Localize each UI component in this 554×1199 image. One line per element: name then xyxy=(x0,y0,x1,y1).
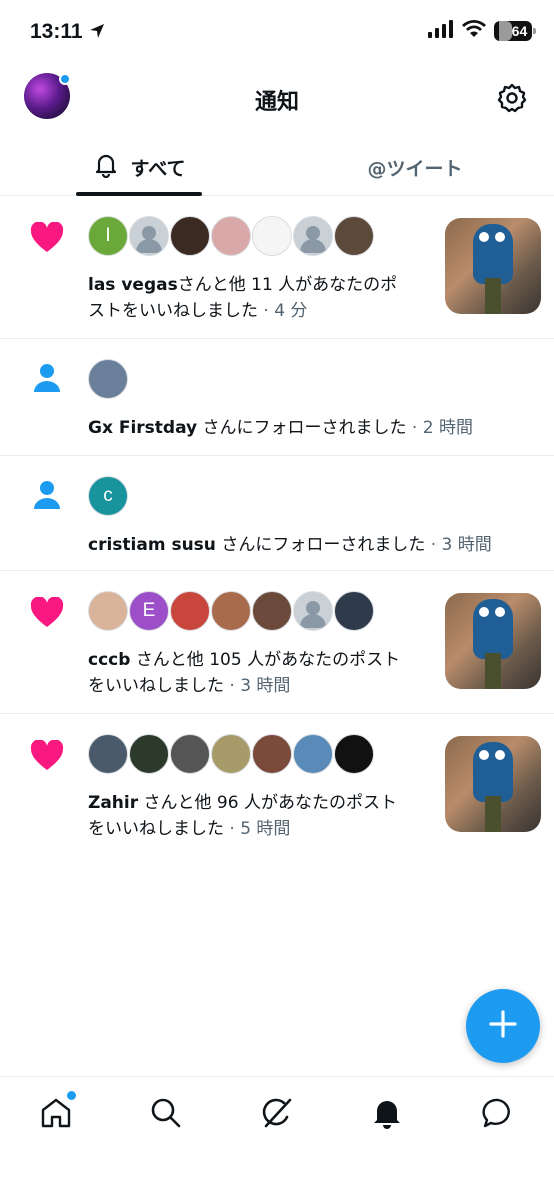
avatar[interactable] xyxy=(293,734,333,774)
avatar[interactable]: I xyxy=(88,216,128,256)
notification-text: Zahir さんと他 96 人があなたのポスト をいいねしました · 5 時間 xyxy=(88,793,397,839)
avatar[interactable] xyxy=(88,734,128,774)
avatar[interactable] xyxy=(334,216,374,256)
post-thumbnail[interactable] xyxy=(445,593,541,689)
search-icon xyxy=(149,1096,183,1134)
post-thumbnail[interactable] xyxy=(445,218,541,314)
avatar[interactable] xyxy=(252,734,292,774)
avatar[interactable] xyxy=(88,591,128,631)
actor-name[interactable]: cccb xyxy=(88,650,130,670)
avatar[interactable] xyxy=(211,591,251,631)
avatar[interactable] xyxy=(293,216,333,256)
notification-item[interactable]: I las vegasさんと他 11 人があなたのポ ストをいいねしました · … xyxy=(0,196,554,339)
avatar-group: I xyxy=(88,216,375,256)
notification-item[interactable]: Gx Firstday さんにフォローされました · 2 時間 xyxy=(0,339,554,456)
unread-dot xyxy=(67,1091,76,1100)
avatar[interactable] xyxy=(211,216,251,256)
avatar-group xyxy=(88,734,375,774)
actor-name[interactable]: Zahir xyxy=(88,793,138,813)
actor-name[interactable]: las vegas xyxy=(88,275,178,295)
compose-button[interactable] xyxy=(466,989,540,1063)
bell-icon xyxy=(93,152,119,183)
bell-icon xyxy=(370,1096,404,1134)
avatar[interactable] xyxy=(170,591,210,631)
notification-item[interactable]: E cccb さんと他 105 人があなたのポスト をいいねしました · 3 時… xyxy=(0,571,554,714)
avatar[interactable] xyxy=(129,216,169,256)
person-icon xyxy=(30,478,64,516)
page-title: 通知 xyxy=(254,90,299,115)
battery-indicator: 64 xyxy=(494,21,536,41)
avatar[interactable] xyxy=(211,734,251,774)
nav-notifications[interactable] xyxy=(367,1095,407,1135)
nav-home[interactable] xyxy=(36,1091,76,1135)
notification-item[interactable]: c cristiam susu さんにフォローされました · 3 時間 xyxy=(0,456,554,571)
actor-name[interactable]: Gx Firstday xyxy=(88,418,197,438)
tab-all[interactable]: すべて xyxy=(76,140,202,196)
timestamp: · 5 時間 xyxy=(229,819,291,839)
avatar[interactable] xyxy=(252,216,292,256)
timestamp: · 4 分 xyxy=(263,301,308,321)
timestamp: · 2 時間 xyxy=(411,418,473,438)
status-bar: 13:11 64 xyxy=(0,0,554,66)
avatar-group: E xyxy=(88,591,375,631)
tab-bar: すべて @ツイート xyxy=(0,140,554,196)
notification-text: cccb さんと他 105 人があなたのポスト をいいねしました · 3 時間 xyxy=(88,650,401,696)
nav-search[interactable] xyxy=(146,1095,186,1135)
messages-icon xyxy=(481,1096,515,1134)
signal-icon xyxy=(428,20,454,42)
avatar[interactable]: E xyxy=(129,591,169,631)
heart-icon xyxy=(30,739,64,776)
avatar-group: c xyxy=(88,476,129,516)
notification-item[interactable]: Zahir さんと他 96 人があなたのポスト をいいねしました · 5 時間 xyxy=(0,714,554,857)
tab-all-label: すべて xyxy=(130,158,186,180)
heart-icon xyxy=(30,596,64,633)
avatar[interactable] xyxy=(88,359,128,399)
notification-text: Gx Firstday さんにフォローされました · 2 時間 xyxy=(88,418,473,438)
avatar[interactable] xyxy=(170,216,210,256)
plus-icon xyxy=(488,1009,518,1043)
avatar[interactable] xyxy=(252,591,292,631)
post-thumbnail[interactable] xyxy=(445,736,541,832)
avatar[interactable] xyxy=(334,591,374,631)
status-time: 13:11 xyxy=(30,20,83,43)
timestamp: · 3 時間 xyxy=(229,676,291,696)
avatar[interactable] xyxy=(293,591,333,631)
person-icon xyxy=(30,361,64,399)
avatar-group xyxy=(88,359,129,399)
actor-name[interactable]: cristiam susu xyxy=(88,535,216,555)
header: 通知 xyxy=(0,66,554,130)
avatar[interactable]: c xyxy=(88,476,128,516)
notification-text: las vegasさんと他 11 人があなたのポ ストをいいねしました · 4 … xyxy=(88,275,398,321)
timestamp: · 3 時間 xyxy=(430,535,492,555)
notification-text: cristiam susu さんにフォローされました · 3 時間 xyxy=(88,535,492,555)
gear-icon[interactable] xyxy=(496,82,528,118)
avatar[interactable] xyxy=(129,734,169,774)
tab-mentions[interactable]: @ツイート xyxy=(330,140,500,195)
avatar[interactable] xyxy=(334,734,374,774)
bottom-navigation xyxy=(0,1076,554,1199)
home-icon xyxy=(39,1096,73,1134)
nav-grok[interactable] xyxy=(257,1095,297,1135)
avatar[interactable] xyxy=(170,734,210,774)
location-arrow-icon xyxy=(88,22,106,44)
grok-icon xyxy=(260,1096,294,1134)
battery-level: 64 xyxy=(511,23,528,39)
nav-messages[interactable] xyxy=(478,1095,518,1135)
wifi-icon xyxy=(462,20,486,42)
heart-icon xyxy=(30,221,64,258)
